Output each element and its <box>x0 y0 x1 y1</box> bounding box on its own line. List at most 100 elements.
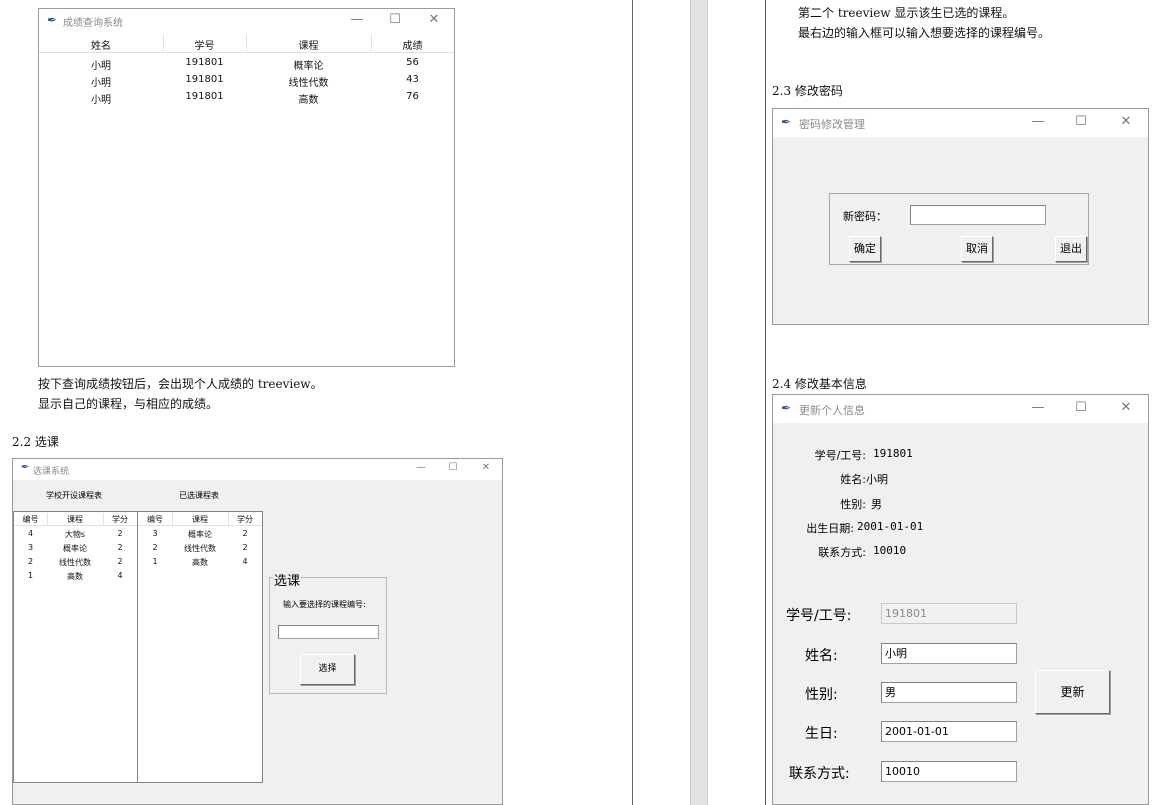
grade-query-window: ✒ 成绩查询系统 — ☐ ✕ 姓名 学号 课程 成绩 小明 191801 概率论… <box>38 8 455 367</box>
column-header-course[interactable]: 课程 <box>47 514 103 525</box>
close-icon[interactable]: ✕ <box>1116 400 1136 415</box>
form-name-input[interactable]: 小明 <box>881 643 1017 664</box>
title-bar: ✒ 成绩查询系统 — ☐ ✕ <box>39 9 454 33</box>
offered-courses-treeview[interactable]: 编号 课程 学分 4 大物s 2 3 概率论 2 2 线性代数 2 1 高数 4 <box>13 511 138 783</box>
display-gender-value: 男 <box>871 498 882 511</box>
form-id-input: 191801 <box>881 603 1017 624</box>
close-icon[interactable]: ✕ <box>424 12 444 27</box>
update-info-window: ✒ 更新个人信息 — ☐ ✕ 学号/工号: 191801 姓名: 小明 性别: … <box>772 394 1149 805</box>
close-icon[interactable]: ✕ <box>476 462 496 473</box>
cell-credit: 4 <box>117 571 123 580</box>
section-heading: 2.3 修改密码 <box>772 84 843 98</box>
display-name-label: 姓名: <box>840 473 866 486</box>
display-id-label: 学号/工号: <box>814 449 866 462</box>
column-header-credit[interactable]: 学分 <box>103 514 137 525</box>
cell-course: 高数 <box>298 95 319 106</box>
new-password-label: 新密码： <box>843 210 887 223</box>
form-contact-input[interactable]: 10010 <box>881 761 1017 782</box>
display-name-value: 小明 <box>866 473 888 486</box>
display-gender-label: 性别: <box>840 498 866 511</box>
table-row[interactable]: 1 高数 4 <box>14 570 137 584</box>
cell-name: 小明 <box>91 61 111 72</box>
column-header-number[interactable]: 编号 <box>14 514 47 525</box>
maximize-icon[interactable]: ☐ <box>1071 114 1091 129</box>
form-id-label: 学号/工号: <box>786 608 852 624</box>
table-row[interactable]: 1 高数 4 <box>138 556 262 570</box>
cancel-button[interactable]: 取消 <box>961 236 993 262</box>
display-birthday-value: 2001-01-01 <box>857 520 924 533</box>
maximize-icon[interactable]: ☐ <box>1071 400 1091 415</box>
confirm-button[interactable]: 确定 <box>849 236 881 262</box>
cell-credit: 2 <box>242 543 248 552</box>
doc-paragraph: 最右边的输入框可以输入想要选择的课程编号。 <box>798 26 1051 40</box>
display-birthday-label: 出生日期: <box>806 522 854 535</box>
title-bar: ✒ 密码修改管理 — ☐ ✕ <box>773 109 1148 137</box>
tk-feather-icon: ✒ <box>781 115 792 129</box>
page-gutter <box>690 0 708 805</box>
column-header-credit[interactable]: 学分 <box>228 514 262 525</box>
table-row[interactable]: 小明 191801 概率论 56 <box>39 55 454 72</box>
form-contact-label: 联系方式: <box>789 766 850 782</box>
tk-feather-icon: ✒ <box>47 13 58 27</box>
window-title: 更新个人信息 <box>799 404 865 417</box>
table-row[interactable]: 2 线性代数 2 <box>138 542 262 556</box>
course-number-input[interactable] <box>278 625 379 639</box>
window-title: 成绩查询系统 <box>63 18 123 29</box>
doc-paragraph: 按下查询成绩按钮后，会出现个人成绩的 treeview。 <box>38 377 323 391</box>
new-password-input[interactable] <box>910 205 1046 225</box>
window-title: 选课系统 <box>33 467 70 477</box>
form-birthday-label: 生日: <box>805 726 838 742</box>
cell-credit: 2 <box>117 543 123 552</box>
cell-course: 线性代数 <box>184 544 216 553</box>
column-header-score[interactable]: 成绩 <box>371 37 454 52</box>
treeview-header: 姓名 学号 课程 成绩 <box>39 33 454 53</box>
exit-button[interactable]: 退出 <box>1055 236 1087 262</box>
cell-score: 76 <box>406 91 419 102</box>
form-gender-input[interactable]: 男 <box>881 682 1017 703</box>
cell-number: 4 <box>27 529 34 538</box>
password-window: ✒ 密码修改管理 — ☐ ✕ 新密码： 确定 取消 退出 <box>772 108 1149 325</box>
select-button[interactable]: 选择 <box>300 654 355 685</box>
column-header-course[interactable]: 课程 <box>172 514 228 525</box>
update-button[interactable]: 更新 <box>1035 670 1110 714</box>
cell-id: 191801 <box>185 91 224 102</box>
title-bar: ✒ 选课系统 — ☐ ✕ <box>13 459 502 480</box>
table-row[interactable]: 小明 191801 高数 76 <box>39 89 454 106</box>
column-header-id[interactable]: 学号 <box>163 37 246 52</box>
maximize-icon[interactable]: ☐ <box>443 462 463 473</box>
column-header-number[interactable]: 编号 <box>138 514 172 525</box>
table-row[interactable]: 4 大物s 2 <box>14 528 137 542</box>
close-icon[interactable]: ✕ <box>1116 114 1136 129</box>
minimize-icon[interactable]: — <box>347 12 367 27</box>
offered-courses-label: 学校开设课程表 <box>46 491 102 500</box>
display-contact-label: 联系方式: <box>818 546 866 559</box>
column-header-name[interactable]: 姓名 <box>39 37 163 52</box>
table-row[interactable]: 3 概率论 2 <box>14 542 137 556</box>
cell-number: 3 <box>27 543 34 552</box>
table-row[interactable]: 小明 191801 线性代数 43 <box>39 72 454 89</box>
grade-treeview[interactable]: 姓名 学号 课程 成绩 小明 191801 概率论 56 小明 191801 线… <box>39 33 454 366</box>
cell-course: 高数 <box>192 558 208 567</box>
column-header-course[interactable]: 课程 <box>246 37 371 52</box>
minimize-icon[interactable]: — <box>411 462 431 473</box>
treeview-header: 编号 课程 学分 <box>138 512 262 526</box>
maximize-icon[interactable]: ☐ <box>385 12 405 27</box>
minimize-icon[interactable]: — <box>1028 400 1048 415</box>
form-birthday-input[interactable]: 2001-01-01 <box>881 721 1017 742</box>
cell-score: 43 <box>406 74 419 85</box>
cell-score: 56 <box>406 57 419 68</box>
cell-course: 概率论 <box>293 61 324 72</box>
selected-courses-treeview[interactable]: 编号 课程 学分 3 概率论 2 2 线性代数 2 1 高数 4 <box>137 511 263 783</box>
form-name-label: 姓名: <box>805 648 838 664</box>
groupbox-title: 选课 <box>273 570 302 589</box>
tk-feather-icon: ✒ <box>781 401 792 415</box>
doc-paragraph: 第二个 treeview 显示该生已选的课程。 <box>798 6 1015 20</box>
cell-name: 小明 <box>91 78 111 89</box>
cell-course: 线性代数 <box>288 78 329 89</box>
minimize-icon[interactable]: — <box>1028 114 1048 129</box>
cell-credit: 2 <box>117 529 123 538</box>
table-row[interactable]: 2 线性代数 2 <box>14 556 137 570</box>
table-row[interactable]: 3 概率论 2 <box>138 528 262 542</box>
cell-number: 3 <box>152 529 158 538</box>
cell-name: 小明 <box>91 95 111 106</box>
